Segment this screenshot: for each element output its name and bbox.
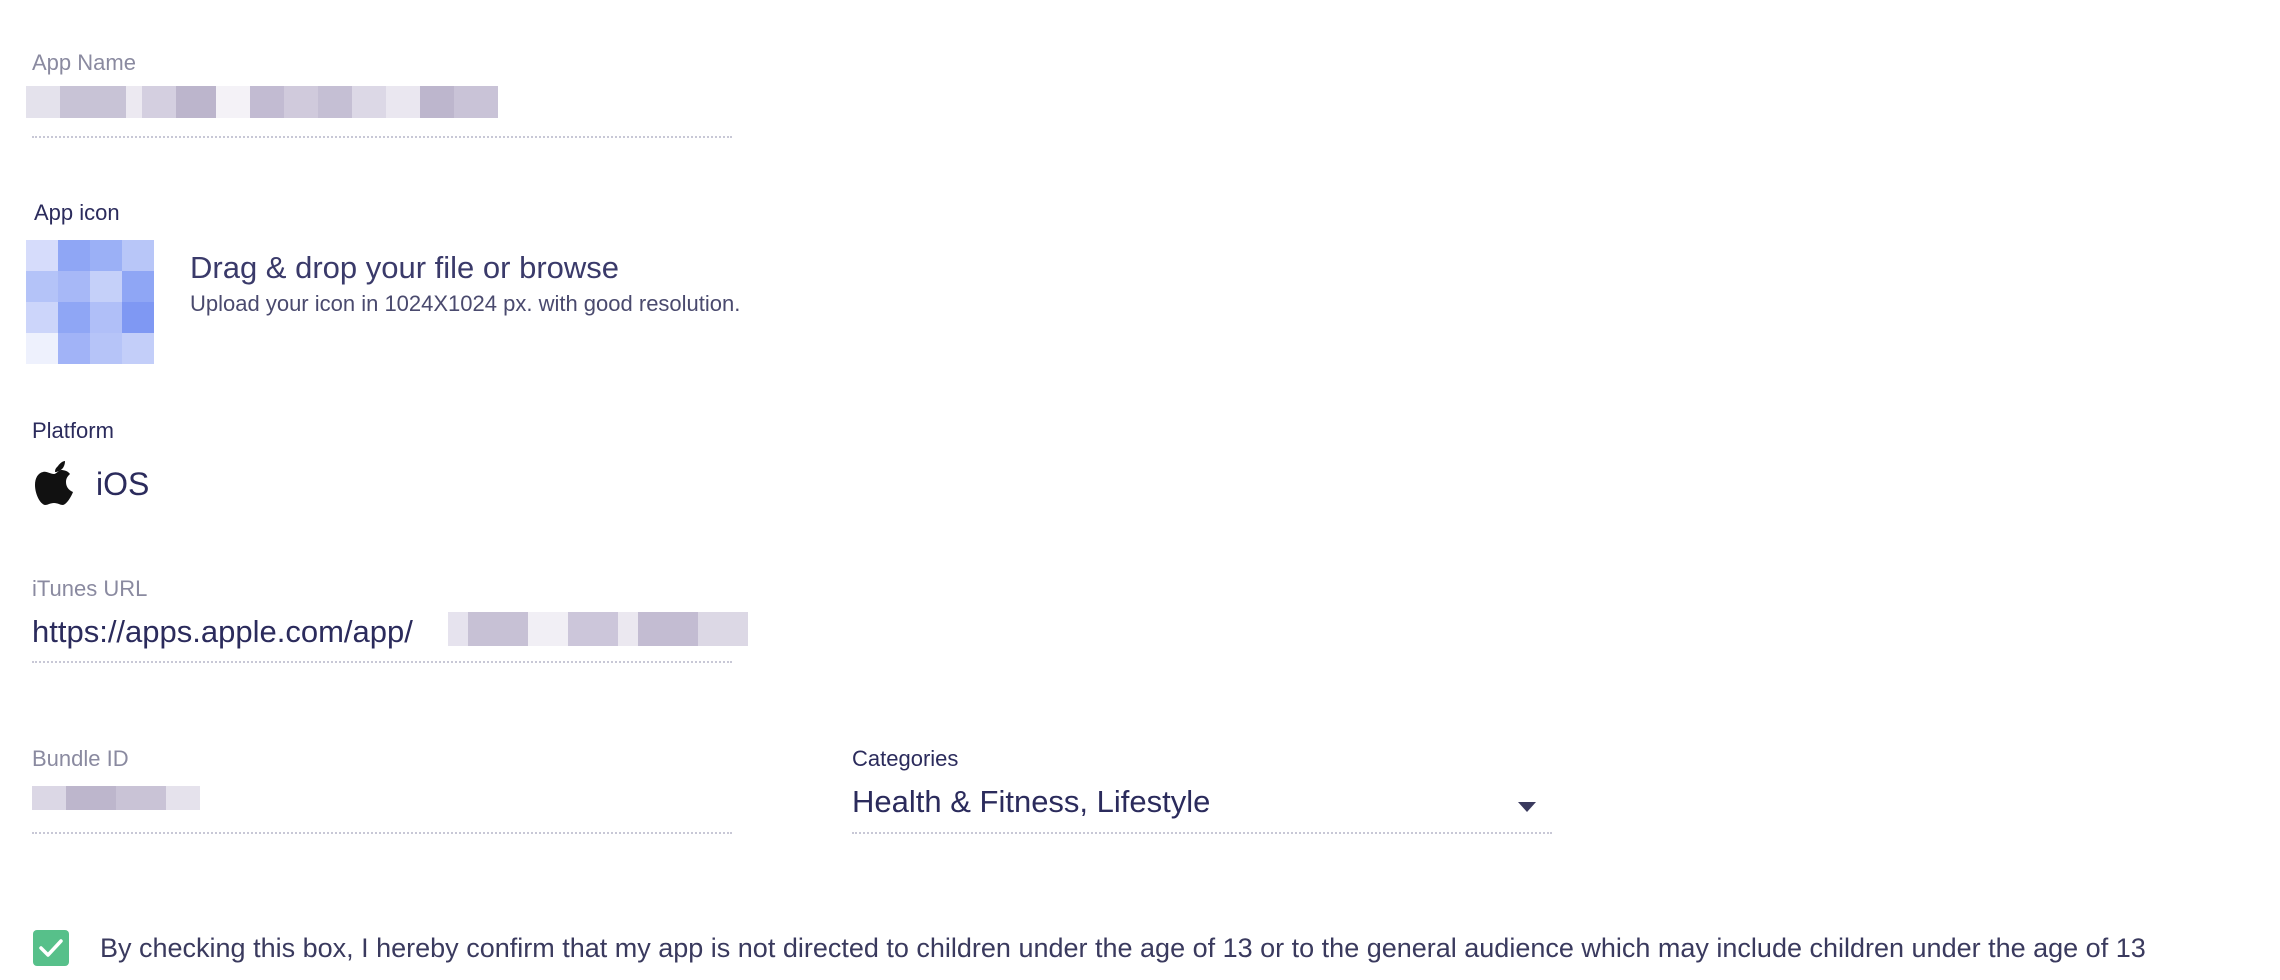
app-icon-preview[interactable] bbox=[26, 240, 154, 366]
bundle-id-underline bbox=[32, 832, 732, 834]
platform-value: iOS bbox=[96, 466, 150, 502]
itunes-url-underline bbox=[32, 661, 732, 663]
icon-upload-hint: Upload your icon in 1024X1024 px. with g… bbox=[190, 291, 741, 316]
categories-value: Health & Fitness, Lifestyle bbox=[852, 784, 1211, 819]
bundle-id-redacted[interactable] bbox=[32, 786, 200, 810]
categories-underline bbox=[852, 832, 1552, 834]
app-name-label: App Name bbox=[32, 50, 136, 75]
caret-down-icon bbox=[1518, 802, 1536, 812]
checkmark-icon bbox=[39, 939, 63, 957]
itunes-url-value[interactable]: https://apps.apple.com/app/ bbox=[32, 614, 413, 650]
app-name-underline bbox=[32, 136, 732, 138]
categories-label: Categories bbox=[852, 746, 959, 771]
consent-checkbox[interactable] bbox=[33, 930, 69, 966]
app-name-value-redacted[interactable] bbox=[26, 86, 498, 118]
apple-icon bbox=[34, 460, 74, 506]
platform-label: Platform bbox=[32, 418, 114, 443]
itunes-url-prefix: https://apps.apple.com/app/ bbox=[32, 614, 413, 649]
itunes-url-redacted bbox=[448, 612, 748, 646]
app-icon-label: App icon bbox=[34, 200, 120, 225]
consent-text: By checking this box, I hereby confirm t… bbox=[100, 933, 2146, 963]
icon-upload-title[interactable]: Drag & drop your file or browse bbox=[190, 250, 619, 286]
categories-select[interactable]: Health & Fitness, Lifestyle bbox=[852, 780, 1552, 832]
itunes-url-label: iTunes URL bbox=[32, 576, 148, 601]
bundle-id-label: Bundle ID bbox=[32, 746, 129, 771]
